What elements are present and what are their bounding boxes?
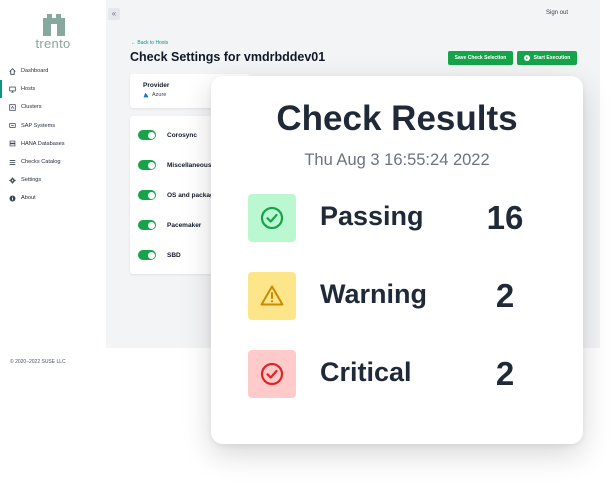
check-group-label: SBD: [167, 251, 181, 259]
sidebar-item-sap-systems[interactable]: SAP Systems: [0, 117, 106, 135]
sidebar-item-label: Settings: [21, 177, 42, 184]
info-icon: [9, 195, 16, 202]
signout-link[interactable]: Sign out: [546, 10, 568, 16]
play-icon: [523, 55, 530, 61]
result-row-passing: Passing 16: [211, 194, 583, 242]
sidebar-item-label: Dashboard: [21, 68, 49, 75]
check-group-row: Miscellaneous: [138, 159, 211, 171]
sidebar-item-label: About: [21, 195, 36, 202]
provider-value: Azure: [143, 92, 166, 98]
sidebar-item-hana-databases[interactable]: HANA Databases: [0, 135, 106, 153]
sap-icon: [9, 122, 16, 129]
sidebar-item-dashboard[interactable]: Dashboard: [0, 62, 106, 80]
sidebar-item-about[interactable]: About: [0, 189, 106, 207]
brand-name: trento: [35, 36, 71, 51]
sidebar-item-label: HANA Databases: [21, 140, 65, 147]
cluster-icon: [9, 104, 16, 111]
sidebar-item-hosts[interactable]: Hosts: [0, 80, 106, 99]
sidebar-nav: Dashboard Hosts Clusters SAP Systems HAN…: [0, 62, 106, 208]
check-group-row: Pacemaker: [138, 219, 201, 231]
save-button-label: Save Check Selection: [454, 55, 507, 61]
gear-icon: [9, 177, 16, 184]
desktop-icon: [9, 86, 16, 93]
check-toggle[interactable]: [138, 190, 156, 200]
check-group-row: SBD: [138, 249, 181, 261]
check-toggle[interactable]: [138, 250, 156, 260]
back-to-hosts-link[interactable]: ← Back to Hosts: [131, 40, 168, 46]
database-icon: [9, 140, 16, 147]
check-group-label: Miscellaneous: [167, 161, 212, 169]
results-title: Check Results: [276, 99, 518, 138]
check-group-row: Corosync: [138, 129, 197, 141]
start-button-label: Start Execution: [533, 55, 571, 61]
azure-icon: [143, 92, 149, 98]
critical-badge: [248, 350, 296, 398]
check-toggle[interactable]: [138, 160, 156, 170]
critical-circle-icon: [260, 362, 284, 386]
sidebar-item-checks-catalog[interactable]: Checks Catalog: [0, 153, 106, 171]
provider-name: Azure: [152, 92, 167, 98]
result-row-critical: Critical 2: [211, 350, 583, 398]
result-count: 16: [486, 199, 524, 236]
check-results-card: Check Results Thu Aug 3 16:55:24 2022 Pa…: [211, 76, 583, 444]
result-count: 2: [495, 277, 515, 314]
check-group-label: Corosync: [167, 131, 197, 139]
collapse-sidebar-button[interactable]: «: [108, 8, 120, 20]
check-group-row: OS and packages: [138, 189, 221, 201]
check-toggle[interactable]: [138, 130, 156, 140]
passing-badge: [248, 194, 296, 242]
sidebar-item-label: Clusters: [21, 104, 42, 111]
provider-label: Provider: [143, 82, 170, 89]
sidebar-item-clusters[interactable]: Clusters: [0, 98, 106, 116]
home-icon: [9, 67, 16, 75]
page-title: Check Settings for vmdrbddev01: [130, 50, 326, 64]
sidebar-item-label: Hosts: [21, 86, 36, 93]
save-check-selection-button[interactable]: Save Check Selection: [448, 51, 513, 65]
sidebar-item-label: Checks Catalog: [21, 159, 61, 166]
sidebar-item-settings[interactable]: Settings: [0, 171, 106, 189]
list-icon: [9, 159, 16, 166]
sidebar: trento Dashboard Hosts Clusters SAP Syst…: [0, 0, 106, 348]
warning-triangle-icon: [260, 285, 284, 306]
result-count: 2: [495, 355, 515, 392]
results-date: Thu Aug 3 16:55:24 2022: [304, 151, 490, 169]
check-toggle[interactable]: [138, 220, 156, 230]
result-label: Warning: [320, 279, 427, 309]
check-circle-icon: [260, 206, 284, 230]
result-row-warning: Warning 2: [211, 272, 583, 320]
sidebar-item-label: SAP Systems: [21, 122, 56, 129]
warning-badge: [248, 272, 296, 320]
footer-copyright: © 2020–2022 SUSE LLC: [10, 359, 66, 365]
result-label: Passing: [320, 201, 424, 231]
start-execution-button[interactable]: Start Execution: [517, 51, 577, 65]
result-label: Critical: [320, 357, 412, 387]
check-group-label: Pacemaker: [167, 221, 202, 229]
